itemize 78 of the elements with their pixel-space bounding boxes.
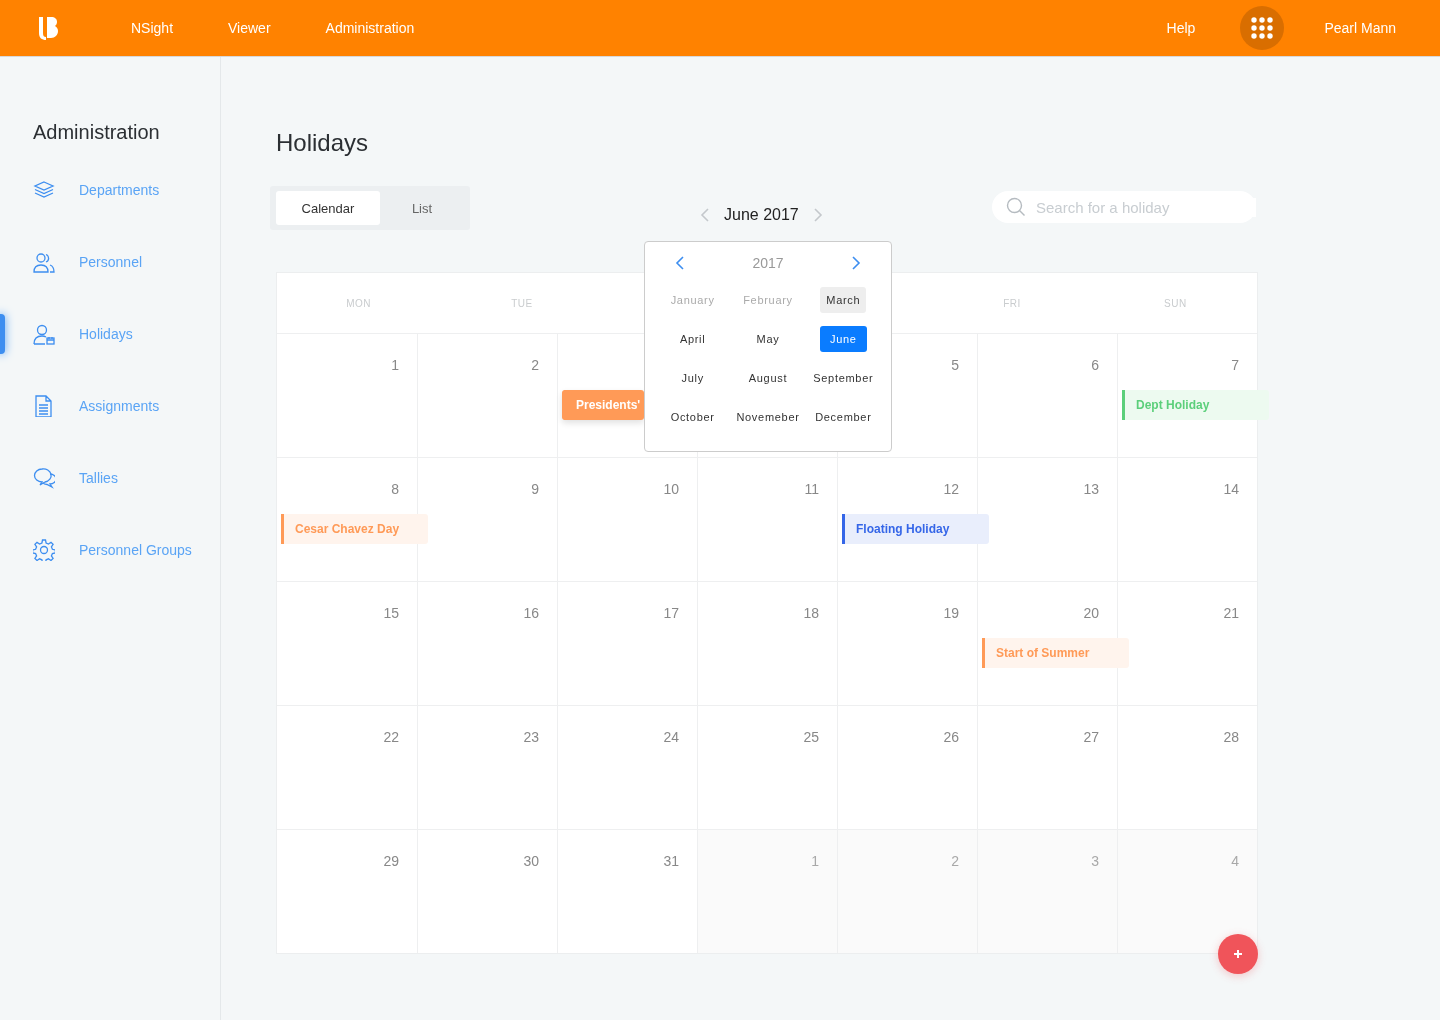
day-number: 14	[1223, 481, 1239, 499]
holiday-event[interactable]: Presidents'	[562, 390, 644, 420]
day-number: 1	[811, 853, 819, 871]
day-number: 13	[1083, 481, 1099, 499]
month-option[interactable]: Novemeber	[730, 404, 806, 430]
next-year-icon[interactable]	[851, 255, 861, 271]
document-icon	[33, 395, 55, 417]
day-number: 29	[383, 853, 399, 871]
day-number: 27	[1083, 729, 1099, 747]
holiday-event[interactable]: Cesar Chavez Day	[281, 514, 428, 544]
day-number: 21	[1223, 605, 1239, 623]
view-tab[interactable]: Calendar	[276, 191, 380, 225]
day-number: 1	[391, 357, 399, 375]
day-number: 30	[523, 853, 539, 871]
holiday-event[interactable]: Start of Summer	[982, 638, 1129, 668]
people-icon	[33, 251, 55, 273]
help-link[interactable]: Help	[1166, 20, 1196, 36]
day-number: 23	[523, 729, 539, 747]
day-number: 28	[1223, 729, 1239, 747]
month-option[interactable]: September	[807, 365, 880, 391]
user-name[interactable]: Pearl Mann	[1324, 20, 1396, 36]
day-number: 25	[803, 729, 819, 747]
month-option[interactable]: May	[750, 326, 786, 352]
day-number: 9	[531, 481, 539, 499]
day-number: 11	[804, 481, 819, 499]
add-button[interactable]	[1218, 934, 1258, 974]
sidebar-title: Administration	[33, 121, 161, 144]
month-option[interactable]: December	[809, 404, 878, 430]
day-number: 6	[1091, 357, 1099, 375]
day-number: 4	[1231, 853, 1239, 871]
sidebar-item[interactable]: Tallies	[0, 442, 220, 514]
month-label[interactable]: June 2017	[724, 206, 799, 224]
plus-icon	[1233, 949, 1243, 959]
holiday-event[interactable]: Dept Holiday	[1122, 390, 1269, 420]
day-number: 22	[383, 729, 399, 747]
grid-icon	[1251, 17, 1274, 39]
day-number: 31	[663, 853, 679, 871]
day-number: 15	[383, 605, 399, 623]
month-option[interactable]: April	[673, 326, 712, 352]
nav-link[interactable]: Administration	[325, 20, 415, 36]
day-number: 24	[663, 729, 679, 747]
day-number: 19	[943, 605, 959, 623]
settings-icon	[33, 539, 55, 561]
day-number: 8	[391, 481, 399, 499]
nav-link[interactable]: NSight	[131, 20, 174, 36]
month-option[interactable]: August	[742, 365, 794, 391]
month-option[interactable]: June	[820, 326, 867, 352]
logo-icon[interactable]	[37, 15, 59, 41]
holiday-event[interactable]: Floating Holiday	[842, 514, 989, 544]
day-number: 12	[943, 481, 959, 499]
day-number: 17	[663, 605, 679, 623]
sidebar-item[interactable]: Personnel Groups	[0, 514, 220, 586]
nav-link[interactable]: Viewer	[228, 20, 271, 36]
day-number: 2	[531, 357, 539, 375]
day-number: 18	[803, 605, 819, 623]
sidebar-item[interactable]: Holidays	[0, 298, 220, 370]
search-icon	[1006, 197, 1026, 217]
view-tab[interactable]: List	[380, 191, 464, 225]
person-calendar-icon	[33, 323, 55, 345]
day-number: 5	[951, 357, 959, 375]
month-option[interactable]: October	[664, 404, 721, 430]
day-number: 26	[943, 729, 959, 747]
sidebar-item[interactable]: Departments	[0, 154, 220, 226]
chat-bubbles-icon	[33, 467, 55, 489]
day-number: 2	[951, 853, 959, 871]
previous-year-icon[interactable]	[675, 255, 685, 271]
day-number: 10	[663, 481, 679, 499]
year-label: 2017	[752, 255, 784, 271]
sidebar-item[interactable]: Personnel	[0, 226, 220, 298]
month-option[interactable]: March	[820, 287, 867, 313]
apps-button[interactable]	[1240, 6, 1285, 50]
day-number: 7	[1231, 357, 1239, 375]
day-number: 20	[1083, 605, 1099, 623]
day-number: 3	[1091, 853, 1099, 871]
page-title: Holidays	[276, 129, 370, 157]
day-number: 16	[523, 605, 539, 623]
month-option[interactable]: July	[675, 365, 710, 391]
sidebar-item[interactable]: Assignments	[0, 370, 220, 442]
